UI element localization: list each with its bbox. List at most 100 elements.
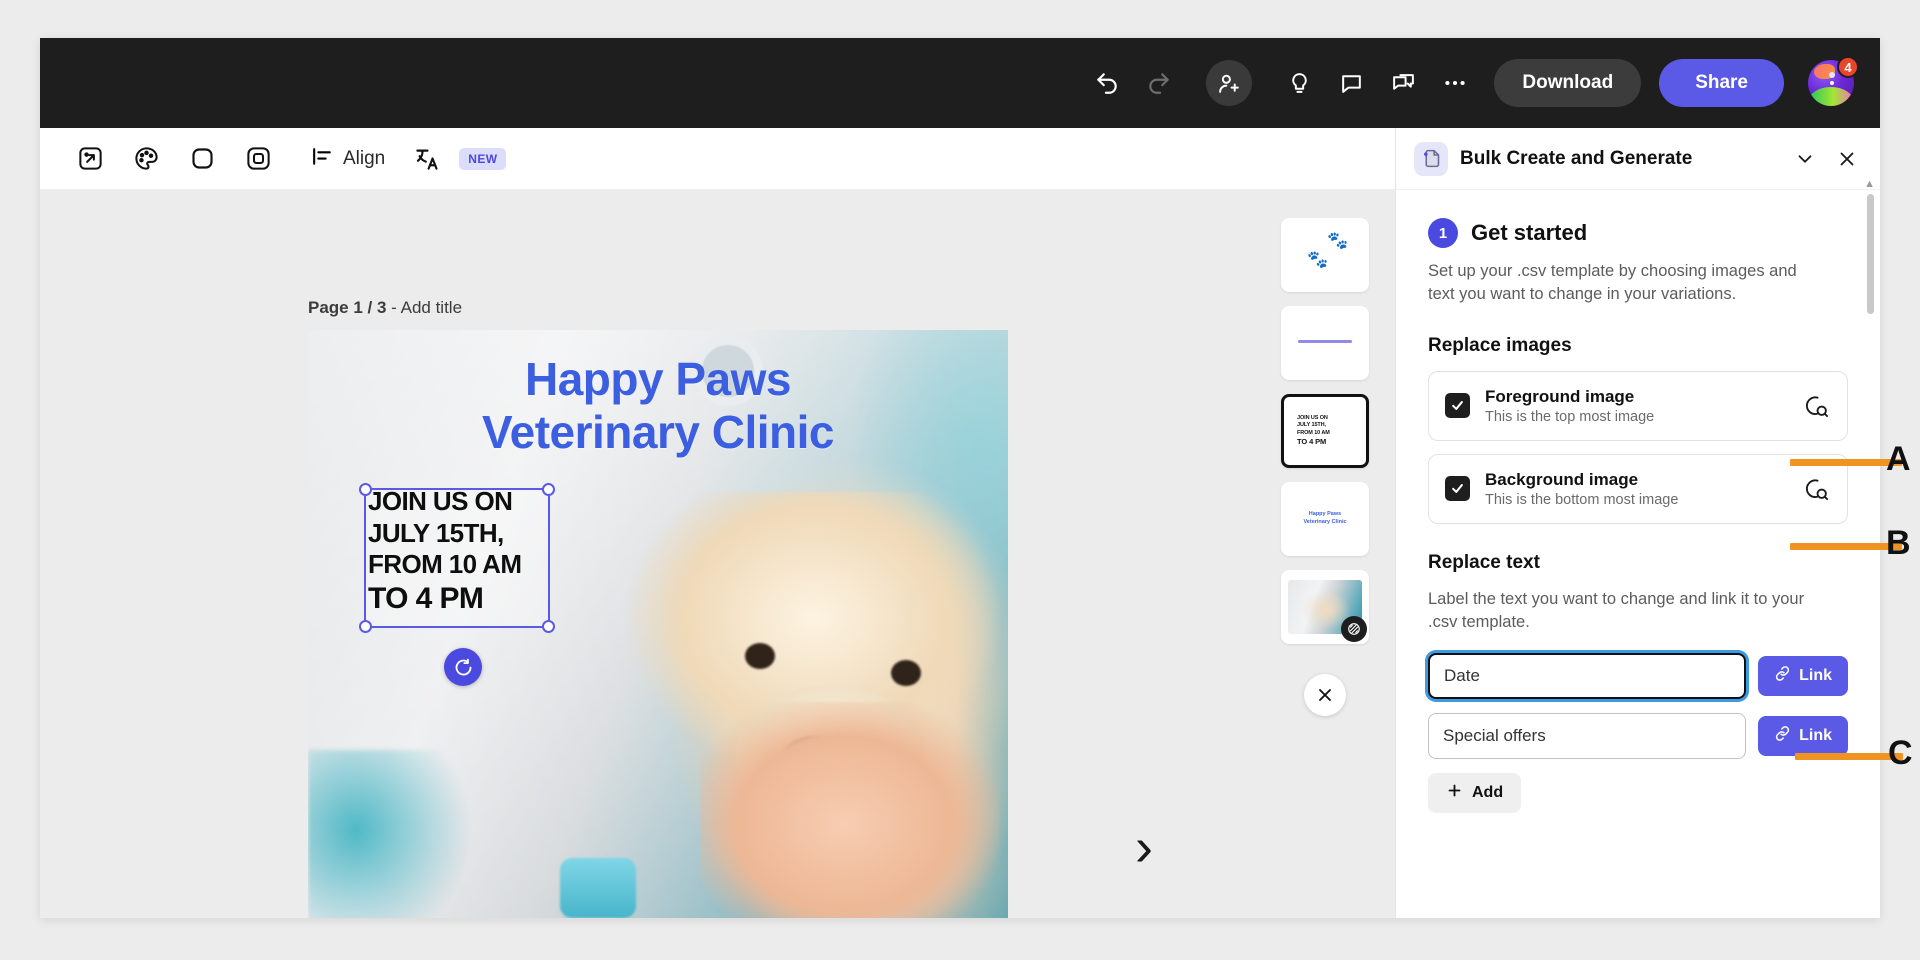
date-label-input[interactable] xyxy=(1428,652,1747,699)
selected-text-element[interactable]: JOIN US ON JULY 15TH, FROM 10 AM TO 4 PM xyxy=(359,483,555,633)
replace-text-title: Replace text xyxy=(1428,551,1540,573)
align-button[interactable]: Align xyxy=(302,138,393,180)
thumb-title-line-2: Veterinary Clinic xyxy=(1303,519,1347,526)
link-button-label: Link xyxy=(1799,666,1832,684)
foreground-image-label: Foreground image xyxy=(1485,386,1635,406)
special-offers-label-input[interactable] xyxy=(1428,712,1747,759)
page-title-label[interactable]: Page 1 / 3 - Add title xyxy=(308,298,462,318)
panel-body: 1 Get started Set up your .csv template … xyxy=(1396,190,1880,813)
editor-window: Download Share 4 Align NEW Page 1 / 3 - … xyxy=(40,38,1880,918)
image-search-icon[interactable] xyxy=(1801,474,1831,504)
download-button[interactable]: Download xyxy=(1494,59,1642,107)
avatar-decoration xyxy=(1813,63,1835,80)
headline-line-1[interactable]: Happy Paws xyxy=(308,354,1008,405)
resize-handle-bottom-left[interactable] xyxy=(359,620,372,633)
thumb-text: JOIN US ON JULY 15TH, FROM 10 AM TO 4 PM xyxy=(1297,415,1330,447)
thumb-line-graphic xyxy=(1298,340,1352,343)
lightbulb-icon[interactable] xyxy=(1276,60,1322,106)
thumb-title-line-1: Happy Paws xyxy=(1308,511,1342,517)
foreground-image-card[interactable]: Foreground image This is the top most im… xyxy=(1428,370,1848,441)
link-icon xyxy=(1774,725,1791,747)
panel-header: Bulk Create and Generate xyxy=(1396,128,1880,190)
panel-title: Bulk Create and Generate xyxy=(1460,147,1693,169)
thumb-text-line-3: FROM 10 AM xyxy=(1297,429,1330,436)
add-button-label: Add xyxy=(1472,783,1504,801)
text-field-row: Link xyxy=(1428,712,1848,759)
selected-text-line-3: FROM 10 AM xyxy=(368,549,522,580)
resize-handle-top-right[interactable] xyxy=(542,483,555,496)
canvas-area[interactable]: Page 1 / 3 - Add title Happy Paws Veteri… xyxy=(40,190,1395,918)
redo-icon[interactable] xyxy=(1136,60,1182,106)
replace-images-title: Replace images xyxy=(1428,334,1572,356)
background-image-label: Background image xyxy=(1485,469,1639,489)
design-canvas[interactable]: Happy Paws Veterinary Clinic JOIN US ON … xyxy=(308,330,1008,918)
step-description: Set up your .csv template by choosing im… xyxy=(1428,262,1797,304)
link-icon xyxy=(1774,665,1791,687)
background-image-checkbox[interactable] xyxy=(1445,476,1470,502)
list-item[interactable] xyxy=(1281,570,1369,644)
add-title-link[interactable]: - Add title xyxy=(386,298,462,317)
callout-label-b: B xyxy=(1886,524,1911,562)
resize-handle-top-left[interactable] xyxy=(359,483,372,496)
next-page-button[interactable]: › xyxy=(1135,820,1153,874)
color-palette-icon[interactable] xyxy=(124,137,168,181)
background-image-card[interactable]: Background image This is the bottom most… xyxy=(1428,453,1848,524)
list-item[interactable] xyxy=(1281,306,1369,380)
page-number: Page 1 / 3 xyxy=(308,298,387,317)
list-item[interactable]: Happy Paws Veterinary Clinic xyxy=(1281,482,1369,556)
align-icon xyxy=(310,144,335,174)
comment-icon[interactable] xyxy=(1328,60,1374,106)
foreground-image-desc: This is the top most image xyxy=(1485,408,1655,425)
dog-eye-right xyxy=(891,660,922,686)
add-button[interactable]: Add xyxy=(1428,772,1522,813)
frame-icon[interactable] xyxy=(236,137,280,181)
more-options-icon[interactable] xyxy=(1432,60,1478,106)
bulk-create-panel: Bulk Create and Generate 1 Get started S… xyxy=(1395,128,1880,918)
step-header: 1 Get started xyxy=(1428,218,1848,248)
panel-scrollbar[interactable]: ▲ xyxy=(1864,178,1875,754)
scroll-up-arrow-icon[interactable]: ▲ xyxy=(1864,178,1875,190)
headline-line-2[interactable]: Veterinary Clinic xyxy=(308,407,1008,458)
replace-text-description: Label the text you want to change and li… xyxy=(1428,589,1805,632)
resize-image-icon[interactable] xyxy=(68,137,112,181)
align-label: Align xyxy=(343,147,386,169)
add-person-icon[interactable] xyxy=(1206,60,1253,106)
callout-line-c xyxy=(1795,753,1903,760)
chat-bubbles-icon[interactable] xyxy=(1380,60,1426,106)
scrollbar-thumb[interactable] xyxy=(1867,194,1874,314)
plus-icon xyxy=(1446,782,1463,804)
background-image-desc: This is the bottom most image xyxy=(1485,491,1679,508)
selected-text-content: JOIN US ON JULY 15TH, FROM 10 AM TO 4 PM xyxy=(368,486,558,618)
notification-badge: 4 xyxy=(1837,56,1859,78)
close-icon[interactable] xyxy=(1832,144,1862,174)
step-number: 1 xyxy=(1428,218,1458,248)
resize-handle-bottom-right[interactable] xyxy=(542,620,555,633)
image-search-icon[interactable] xyxy=(1801,391,1831,421)
selected-text-line-1: JOIN US ON xyxy=(368,486,513,516)
link-button-special-offers[interactable]: Link xyxy=(1758,715,1848,756)
hand-photo xyxy=(700,702,1000,918)
chevron-down-icon[interactable] xyxy=(1790,144,1820,174)
locked-layer-icon[interactable] xyxy=(1341,616,1367,642)
teal-background-blur xyxy=(308,750,468,918)
selected-text-line-2: JULY 15TH, xyxy=(368,517,504,548)
selected-text-line-4: TO 4 PM xyxy=(368,582,484,616)
rounded-square-icon[interactable] xyxy=(180,137,224,181)
foreground-image-checkbox[interactable] xyxy=(1445,393,1470,419)
avatar[interactable]: 4 xyxy=(1808,56,1859,106)
text-field-row: Link xyxy=(1428,652,1848,699)
list-item[interactable]: JOIN US ON JULY 15TH, FROM 10 AM TO 4 PM xyxy=(1281,394,1369,468)
undo-icon[interactable] xyxy=(1084,60,1130,106)
callout-label-a: A xyxy=(1886,440,1911,478)
link-button-date[interactable]: Link xyxy=(1758,655,1848,696)
top-toolbar: Download Share 4 xyxy=(40,38,1880,128)
thumb-text-line-4: TO 4 PM xyxy=(1297,437,1327,447)
thumb-text-line-1: JOIN US ON xyxy=(1297,415,1328,421)
page-thumbnails: 🐾 🐾 JOIN US ON JULY 15TH, FROM 10 AM TO … xyxy=(1255,190,1395,918)
share-button[interactable]: Share xyxy=(1659,59,1784,107)
close-icon[interactable] xyxy=(1304,674,1346,716)
list-item[interactable]: 🐾 🐾 xyxy=(1281,218,1369,292)
translate-icon[interactable] xyxy=(405,137,449,181)
rotate-icon[interactable] xyxy=(444,648,482,686)
new-badge: NEW xyxy=(459,147,507,170)
